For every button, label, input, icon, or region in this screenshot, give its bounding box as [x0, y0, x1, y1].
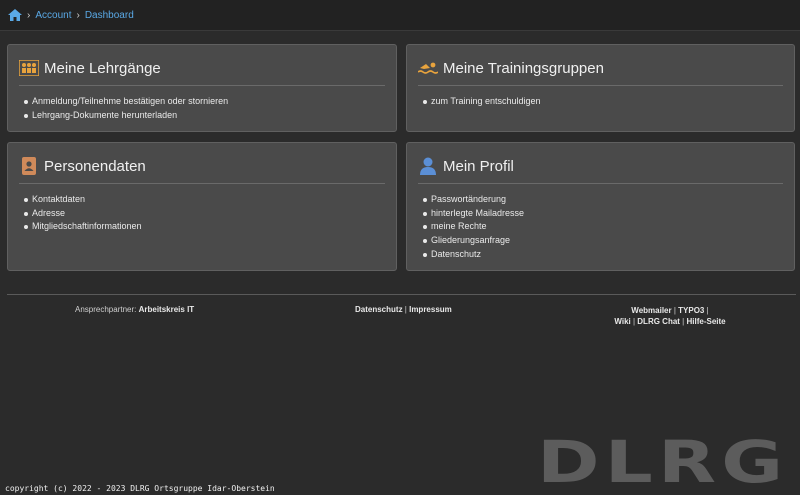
card-links: Anmeldung/Teilnehme bestätigen oder stor…	[23, 95, 228, 123]
breadcrumb-account-link[interactable]: Account	[35, 10, 71, 21]
typo3-link[interactable]: TYPO3	[678, 306, 704, 315]
list-item[interactable]: Gliederungsanfrage	[422, 234, 524, 248]
user-icon	[418, 157, 438, 175]
card-personendaten: Personendaten Kontaktdaten Adresse Mitgl…	[7, 142, 397, 271]
contact-link[interactable]: Arbeitskreis IT	[139, 305, 195, 314]
dlrg-watermark-logo: DLRG	[536, 428, 788, 495]
list-item[interactable]: hinterlegte Mailadresse	[422, 207, 524, 221]
card-title[interactable]: Meine Trainingsgruppen	[418, 59, 604, 77]
list-item[interactable]: meine Rechte	[422, 220, 524, 234]
card-title-text: Meine Trainingsgruppen	[443, 59, 604, 77]
divider	[418, 183, 783, 184]
card-links: Passwortänderung hinterlegte Mailadresse…	[422, 193, 524, 262]
list-item[interactable]: Lehrgang-Dokumente herunterladen	[23, 109, 228, 123]
card-title[interactable]: Meine Lehrgänge	[19, 59, 161, 77]
breadcrumb-separator: ›	[76, 9, 80, 21]
group-icon	[19, 59, 39, 77]
dlrg-chat-link[interactable]: DLRG Chat	[637, 317, 680, 326]
contact-label: Ansprechpartner:	[75, 305, 137, 314]
divider	[19, 85, 385, 86]
list-item[interactable]: Mitgliedschaftinformationen	[24, 220, 142, 234]
card-mein-profil: Mein Profil Passwortänderung hinterlegte…	[406, 142, 795, 271]
breadcrumb-separator: ›	[27, 9, 31, 21]
divider	[19, 183, 385, 184]
footer-contact: Ansprechpartner: Arbeitskreis IT	[75, 305, 194, 314]
wiki-link[interactable]: Wiki	[614, 317, 630, 326]
card-title[interactable]: Mein Profil	[418, 157, 514, 175]
webmailer-link[interactable]: Webmailer	[631, 306, 671, 315]
list-item[interactable]: Passwortänderung	[422, 193, 524, 207]
card-meine-lehrgaenge: Meine Lehrgänge Anmeldung/Teilnehme best…	[7, 44, 397, 132]
card-meine-trainingsgruppen: Meine Trainingsgruppen zum Training ents…	[406, 44, 795, 132]
list-item[interactable]: Datenschutz	[422, 248, 524, 262]
home-icon[interactable]	[8, 9, 22, 21]
card-title-text: Personendaten	[44, 157, 146, 175]
footer-links: Webmailer | TYPO3 | Wiki | DLRG Chat | H…	[614, 306, 726, 326]
list-item[interactable]: zum Training entschuldigen	[423, 95, 541, 109]
datenschutz-link[interactable]: Datenschutz	[355, 305, 403, 314]
card-title-text: Mein Profil	[443, 157, 514, 175]
swimmer-icon	[418, 59, 438, 77]
breadcrumb-dashboard-link[interactable]: Dashboard	[85, 10, 134, 21]
card-links: Kontaktdaten Adresse Mitgliedschaftinfor…	[24, 193, 142, 234]
hilfe-seite-link[interactable]: Hilfe-Seite	[686, 317, 725, 326]
breadcrumb: › Account › Dashboard	[0, 0, 800, 31]
footer-legal: Datenschutz | Impressum	[355, 305, 452, 314]
divider	[418, 85, 783, 86]
impressum-link[interactable]: Impressum	[409, 305, 452, 314]
card-title-text: Meine Lehrgänge	[44, 59, 161, 77]
card-links: zum Training entschuldigen	[423, 95, 541, 109]
list-item[interactable]: Adresse	[24, 207, 142, 221]
address-book-icon	[19, 157, 39, 175]
footer-divider	[7, 294, 796, 295]
copyright-text: copyright (c) 2022 - 2023 DLRG Ortsgrupp…	[5, 484, 275, 493]
card-title[interactable]: Personendaten	[19, 157, 146, 175]
list-item[interactable]: Kontaktdaten	[24, 193, 142, 207]
list-item[interactable]: Anmeldung/Teilnehme bestätigen oder stor…	[23, 95, 228, 109]
